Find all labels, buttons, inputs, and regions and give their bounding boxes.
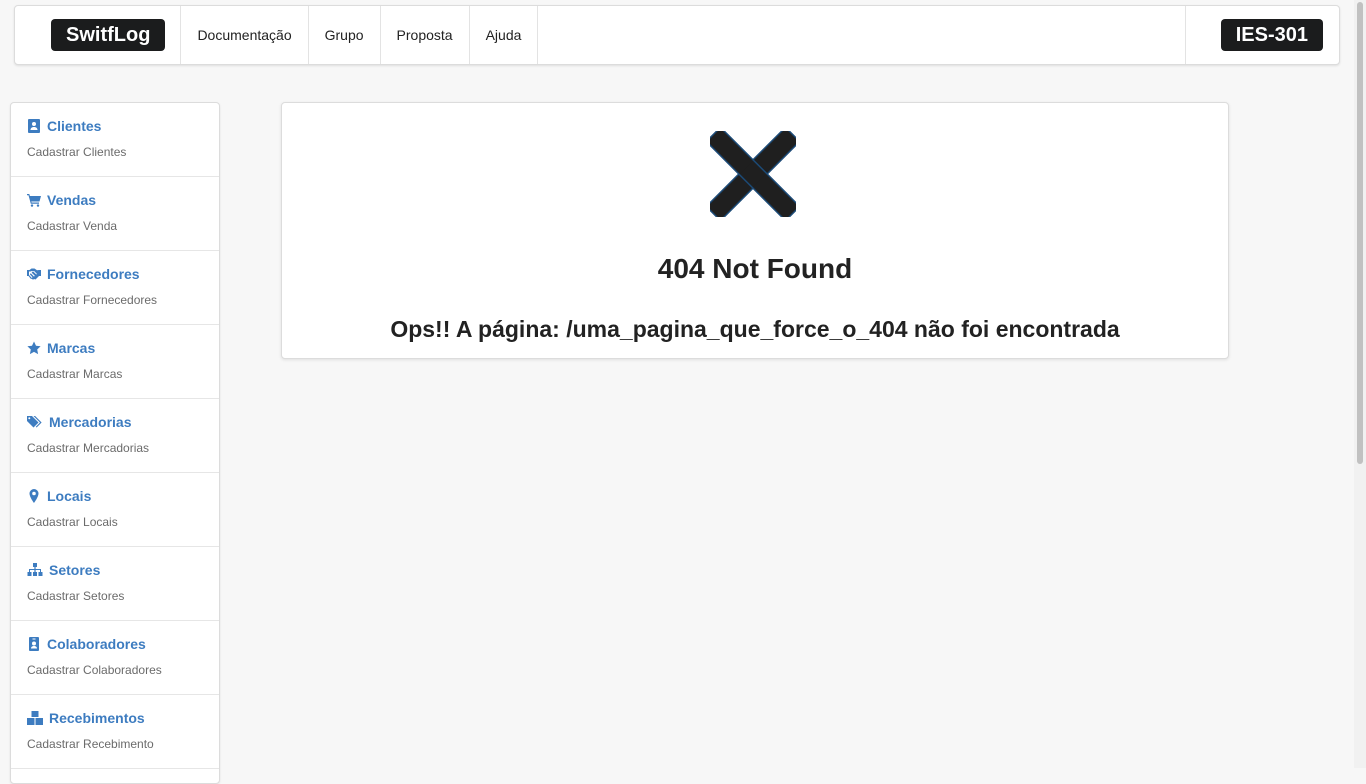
sidebar-item-clientes[interactable]: Clientes Cadastrar Clientes: [11, 103, 219, 177]
sidebar-item-sub[interactable]: Cadastrar Setores: [27, 589, 203, 603]
sidebar-item-label: Clientes: [47, 118, 102, 134]
sidebar-item-sub[interactable]: Cadastrar Clientes: [27, 145, 203, 159]
sidebar-item-fornecedores[interactable]: Fornecedores Cadastrar Fornecedores: [11, 251, 219, 325]
sidebar-item-sub[interactable]: Cadastrar Mercadorias: [27, 441, 203, 455]
tags-icon: [27, 416, 42, 428]
sidebar-item-label: Fornecedores: [47, 266, 140, 282]
sidebar-item-sub[interactable]: Cadastrar Locais: [27, 515, 203, 529]
sidebar-item-marcas[interactable]: Marcas Cadastrar Marcas: [11, 325, 219, 399]
sidebar-item-vendas[interactable]: Vendas Cadastrar Venda: [11, 177, 219, 251]
nav-documentacao[interactable]: Documentação: [181, 6, 309, 64]
error-message: Ops!! A página: /uma_pagina_que_force_o_…: [390, 316, 1120, 342]
sidebar-item-recebimentos[interactable]: Recebimentos Cadastrar Recebimento: [11, 695, 219, 769]
map-pin-icon: [29, 489, 39, 503]
menu-spacer: [538, 6, 1184, 64]
star-icon: [27, 341, 41, 355]
scrollbar-thumb[interactable]: [1357, 2, 1363, 464]
sidebar-item-colaboradores[interactable]: Colaboradores Cadastrar Colaboradores: [11, 621, 219, 695]
sidebar-item-setores[interactable]: Setores Cadastrar Setores: [11, 547, 219, 621]
id-badge-icon: [29, 637, 39, 651]
sitemap-icon: [27, 563, 43, 576]
top-menu: SwitfLog Documentação Grupo Proposta Aju…: [14, 5, 1340, 65]
sidebar-item-label: Locais: [47, 488, 92, 504]
course-area: IES-301: [1184, 6, 1339, 64]
page-scrollbar[interactable]: [1354, 0, 1366, 768]
sidebar-item-sub[interactable]: Cadastrar Colaboradores: [27, 663, 203, 677]
sidebar: Clientes Cadastrar Clientes Vendas Cadas…: [10, 102, 220, 784]
brand-area: SwitfLog: [15, 6, 182, 64]
sidebar-item-label: Colaboradores: [47, 636, 146, 652]
error-title: 404 Not Found: [657, 253, 853, 284]
sidebar-item-label: Mercadorias: [49, 414, 132, 430]
handshake-icon: [27, 268, 41, 280]
course-badge: IES-301: [1220, 19, 1323, 51]
sidebar-item-locais[interactable]: Locais Cadastrar Locais: [11, 473, 219, 547]
cart-icon: [27, 194, 41, 207]
sidebar-item-label: Setores: [49, 562, 101, 578]
sidebar-item-sub[interactable]: Cadastrar Recebimento: [27, 737, 203, 751]
sidebar-item-mercadorias[interactable]: Mercadorias Cadastrar Mercadorias: [11, 399, 219, 473]
sidebar-item-sub[interactable]: Cadastrar Marcas: [27, 367, 203, 381]
error-card: 404 Not Found Ops!! A página: /uma_pagin…: [281, 102, 1229, 359]
sidebar-item-sub[interactable]: Cadastrar Venda: [27, 219, 203, 233]
close-icon: [710, 131, 796, 217]
sidebar-item-sub[interactable]: Cadastrar Fornecedores: [27, 293, 203, 307]
nav-ajuda[interactable]: Ajuda: [470, 6, 539, 64]
nav-grupo[interactable]: Grupo: [309, 6, 381, 64]
sidebar-item-label: Marcas: [47, 340, 96, 356]
sidebar-item-label: Recebimentos: [49, 710, 145, 726]
address-book-icon: [28, 119, 40, 133]
brand-logo[interactable]: SwitfLog: [51, 19, 166, 51]
boxes-icon: [27, 711, 43, 725]
nav-proposta[interactable]: Proposta: [381, 6, 470, 64]
sidebar-item-label: Vendas: [47, 192, 97, 208]
